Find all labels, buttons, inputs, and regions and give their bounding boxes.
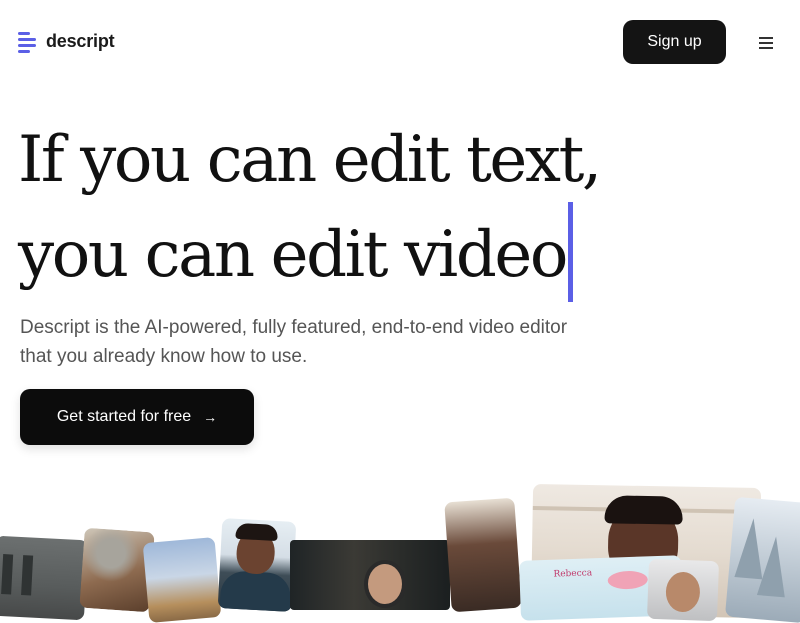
headline-line-1: If you can edit text, <box>18 123 602 197</box>
sign-up-button[interactable]: Sign up <box>623 20 726 64</box>
text-cursor-caret <box>568 202 573 302</box>
sticker-text: Rebecca <box>553 568 593 580</box>
thumbnail-person <box>646 558 720 622</box>
hero-subheading: Descript is the AI-powered, fully featur… <box>20 313 660 371</box>
get-started-label: Get started for free <box>56 408 192 425</box>
hero-headline: If you can edit text, you can edit video <box>18 118 602 302</box>
thumbnail-hands <box>444 497 522 613</box>
top-navigation: descript Sign up <box>0 0 800 84</box>
subhead-line-1: Descript is the AI-powered, fully featur… <box>20 317 568 338</box>
get-started-button[interactable]: Get started for free → <box>20 389 254 445</box>
logo-wordmark: descript <box>46 30 115 51</box>
descript-logo[interactable]: descript <box>18 30 115 53</box>
descript-logo-icon <box>18 30 38 53</box>
thumbnail-speaker <box>217 518 297 612</box>
thumbnail-landscape <box>142 537 222 623</box>
arrow-right-icon: → <box>203 409 218 425</box>
thumbnail-building <box>0 535 89 621</box>
hamburger-menu-icon[interactable] <box>758 36 776 50</box>
subhead-line-2: that you already know how to use. <box>20 346 308 367</box>
headline-line-2: you can edit video <box>18 218 568 292</box>
thumbnail-snowy-trees <box>724 496 800 623</box>
